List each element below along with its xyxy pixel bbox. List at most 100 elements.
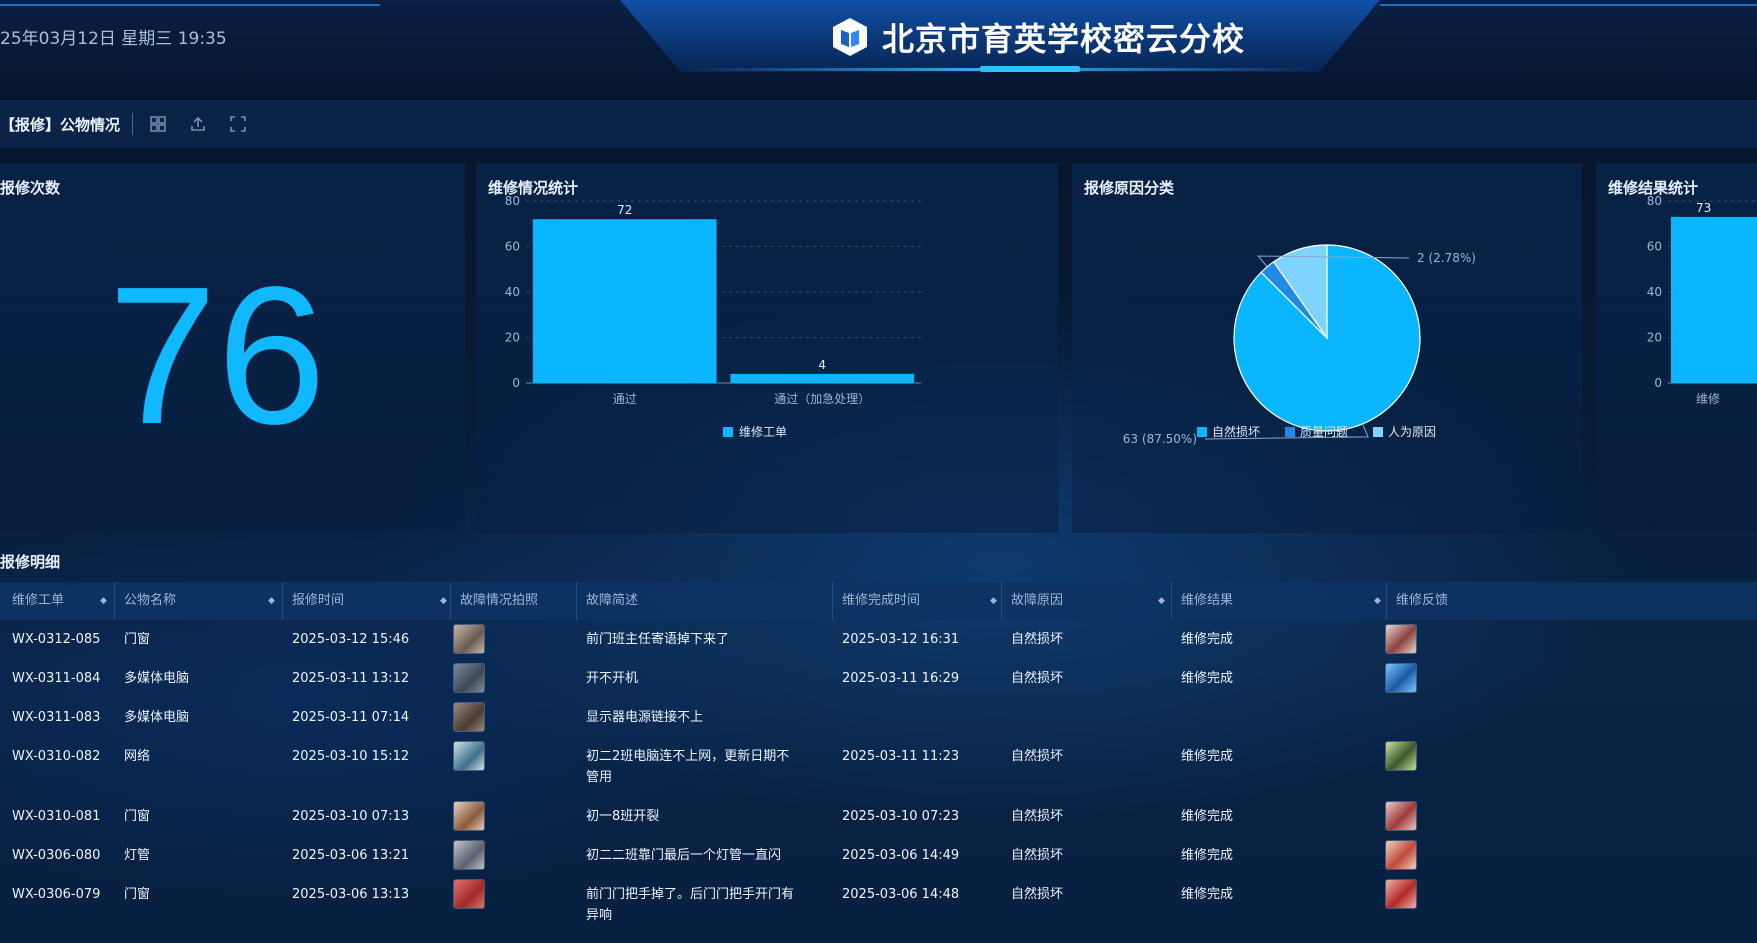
header: 25年03月12日 星期三 19:35 北京市育英学校密云分校	[0, 0, 1757, 82]
fullscreen-icon[interactable]	[229, 115, 247, 133]
cell-result: 维修完成	[1181, 632, 1234, 647]
table-body: WX-0312-085 门窗 2025-03-12 15:46 前门班主任寄语掉下来了…	[0, 620, 1757, 935]
y-tick-label: 0	[1654, 376, 1662, 390]
repair-stats-panel: 维修情况统计 0 20 40 60 80 72 通过 4 通过（加急处理） 维修工单	[476, 163, 1058, 533]
sort-icon[interactable]: ◆	[268, 582, 275, 620]
cell-desc: 显示器电源链接不上	[586, 710, 704, 725]
fault-photo-thumbnail[interactable]	[454, 742, 484, 770]
table-row[interactable]: WX-0311-084 多媒体电脑 2025-03-11 13:12 开不开机 2025…	[0, 659, 1757, 698]
sort-icon[interactable]: ◆	[440, 582, 447, 620]
fault-photo-thumbnail[interactable]	[454, 841, 484, 869]
repair-count-title: 报修次数	[0, 179, 61, 197]
pie-data-label: 2 (2.78%)	[1417, 251, 1476, 265]
cell-desc: 初一8班开裂	[586, 809, 660, 824]
upload-icon[interactable]	[189, 115, 207, 133]
cell-report-time: 2025-03-12 15:46	[292, 632, 410, 647]
table-row[interactable]: WX-0311-083 多媒体电脑 2025-03-11 07:14 显示器电源链接不…	[0, 698, 1757, 737]
sort-icon[interactable]: ◆	[990, 582, 997, 620]
cell-result: 维修完成	[1181, 887, 1234, 902]
fault-photo-thumbnail[interactable]	[454, 625, 484, 653]
cell-order: WX-0310-081	[12, 809, 101, 824]
feedback-photo-thumbnail[interactable]	[1386, 802, 1416, 830]
cell-order: WX-0312-085	[12, 632, 101, 647]
cell-item: 门窗	[124, 809, 151, 824]
legend-label: 维修工单	[739, 424, 787, 439]
toolbar: 【报修】公物情况	[0, 100, 1757, 148]
header-deco-right	[1380, 4, 1757, 6]
sort-icon[interactable]: ◆	[1374, 582, 1381, 620]
fault-photo-thumbnail[interactable]	[454, 703, 484, 731]
table-row[interactable]: WX-0310-082 网络 2025-03-10 15:12 初二2班电脑连不上网，…	[0, 737, 1757, 797]
legend-swatch	[723, 427, 733, 437]
cell-report-time: 2025-03-06 13:13	[292, 887, 410, 902]
column-header[interactable]: 维修完成时间	[842, 582, 920, 620]
cell-result: 维修完成	[1181, 749, 1234, 764]
cell-order: WX-0311-084	[12, 671, 101, 686]
cell-done-time: 2025-03-11 11:23	[842, 749, 960, 764]
cell-reason: 自然损坏	[1011, 887, 1064, 902]
header-accent	[980, 66, 1080, 72]
y-tick-label: 80	[505, 194, 520, 208]
column-divider	[1001, 582, 1002, 620]
column-header[interactable]: 维修结果	[1181, 582, 1233, 620]
legend-swatch	[1373, 427, 1383, 437]
feedback-photo-thumbnail[interactable]	[1386, 841, 1416, 869]
cell-result: 维修完成	[1181, 848, 1234, 863]
repair-stats-chart: 0 20 40 60 80 72 通过 4 通过（加急处理） 维修工单	[505, 194, 921, 439]
repair-detail-title: 报修明细	[0, 553, 61, 571]
cell-item: 门窗	[124, 632, 151, 647]
fault-photo-thumbnail[interactable]	[454, 880, 484, 908]
fault-photo-thumbnail[interactable]	[454, 802, 484, 830]
sort-icon[interactable]: ◆	[1158, 582, 1165, 620]
table-header: 维修工单 ◆ 公物名称 ◆ 报修时间 ◆ 故障情况拍照 故障简述 维修完成时间 ◆ 故障原因 ◆ 维修结…	[0, 582, 1757, 620]
cell-desc: 初二二班靠门最后一个灯管一直闪	[586, 848, 782, 863]
cell-desc: 前门门把手掉了。后门门把手开门有异响	[586, 887, 795, 923]
column-header: 故障情况拍照	[460, 593, 539, 608]
table-row[interactable]: WX-0306-080 灯管 2025-03-06 13:21 初二二班靠门最后一个灯…	[0, 836, 1757, 875]
page-label: 【报修】公物情况	[0, 115, 121, 134]
repair-reason-chart: 63 (87.50%) 2 (2.78%) 自然损坏 质量问题 人为原因	[1123, 244, 1476, 446]
bar-value-label: 73	[1696, 201, 1711, 215]
column-divider	[282, 582, 283, 620]
cell-item: 网络	[124, 749, 151, 764]
grid-icon[interactable]	[149, 115, 167, 133]
school-name: 北京市育英学校密云分校	[882, 20, 1246, 58]
column-header: 故障简述	[586, 593, 639, 608]
bar-value-label: 72	[617, 203, 632, 217]
column-divider	[114, 582, 115, 620]
repair-result-panel: 维修结果统计 0 20 40 60 80 73 维修	[1596, 163, 1757, 533]
y-tick-label: 20	[1647, 331, 1662, 345]
x-tick-label: 维修	[1696, 391, 1720, 406]
feedback-photo-thumbnail[interactable]	[1386, 742, 1416, 770]
cell-reason: 自然损坏	[1011, 632, 1064, 647]
cell-reason: 自然损坏	[1011, 848, 1064, 863]
feedback-photo-thumbnail[interactable]	[1386, 625, 1416, 653]
cell-report-time: 2025-03-06 13:21	[292, 848, 410, 863]
column-header[interactable]: 报修时间	[292, 582, 344, 620]
cell-done-time: 2025-03-11 16:29	[842, 671, 960, 686]
feedback-photo-thumbnail[interactable]	[1386, 880, 1416, 908]
table-row[interactable]: WX-0312-085 门窗 2025-03-12 15:46 前门班主任寄语掉下来了…	[0, 620, 1757, 659]
cell-done-time: 2025-03-10 07:23	[842, 809, 960, 824]
cell-done-time: 2025-03-12 16:31	[842, 632, 960, 647]
cell-order: WX-0306-079	[12, 887, 101, 902]
bar	[1671, 216, 1757, 383]
feedback-photo-thumbnail[interactable]	[1386, 664, 1416, 692]
cell-report-time: 2025-03-11 07:14	[292, 710, 410, 725]
table-row[interactable]: WX-0306-079 门窗 2025-03-06 13:13 前门门把手掉了。后门门…	[0, 875, 1757, 935]
school-logo-icon	[833, 18, 867, 56]
cell-item: 多媒体电脑	[124, 710, 190, 725]
fault-photo-thumbnail[interactable]	[454, 664, 484, 692]
column-header[interactable]: 故障原因	[1011, 582, 1063, 620]
sort-icon[interactable]: ◆	[100, 582, 107, 620]
column-divider	[450, 582, 451, 620]
y-tick-label: 40	[505, 285, 520, 299]
column-header[interactable]: 公物名称	[124, 582, 176, 620]
column-header[interactable]: 维修工单	[12, 582, 64, 620]
cell-order: WX-0310-082	[12, 749, 101, 764]
table-row[interactable]: WX-0310-081 门窗 2025-03-10 07:13 初一8班开裂 2025-…	[0, 797, 1757, 836]
datetime: 25年03月12日 星期三 19:35	[0, 29, 227, 49]
column-divider	[832, 582, 833, 620]
cell-report-time: 2025-03-11 13:12	[292, 671, 410, 686]
legend-label: 质量问题	[1300, 425, 1348, 439]
